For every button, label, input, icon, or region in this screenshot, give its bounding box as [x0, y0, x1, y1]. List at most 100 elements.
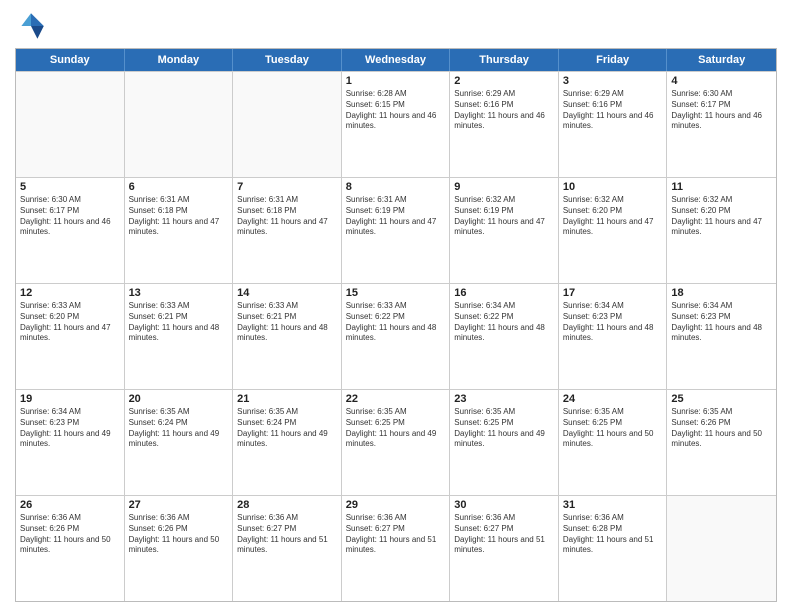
- day-number: 14: [237, 287, 337, 299]
- day-number: 21: [237, 393, 337, 405]
- cal-cell: 6 Sunrise: 6:31 AMSunset: 6:18 PMDaylight…: [125, 178, 234, 283]
- cal-header-sunday: Sunday: [16, 49, 125, 71]
- cal-header-wednesday: Wednesday: [342, 49, 451, 71]
- day-info: Sunrise: 6:33 AMSunset: 6:21 PMDaylight:…: [129, 301, 229, 344]
- cal-cell: 28 Sunrise: 6:36 AMSunset: 6:27 PMDayligh…: [233, 496, 342, 601]
- cal-cell: 23 Sunrise: 6:35 AMSunset: 6:25 PMDayligh…: [450, 390, 559, 495]
- day-info: Sunrise: 6:35 AMSunset: 6:24 PMDaylight:…: [129, 407, 229, 450]
- cal-header-tuesday: Tuesday: [233, 49, 342, 71]
- day-number: 10: [563, 181, 663, 193]
- day-info: Sunrise: 6:35 AMSunset: 6:25 PMDaylight:…: [563, 407, 663, 450]
- day-number: 23: [454, 393, 554, 405]
- day-number: 7: [237, 181, 337, 193]
- cal-cell: 21 Sunrise: 6:35 AMSunset: 6:24 PMDayligh…: [233, 390, 342, 495]
- day-info: Sunrise: 6:36 AMSunset: 6:27 PMDaylight:…: [346, 513, 446, 556]
- day-info: Sunrise: 6:30 AMSunset: 6:17 PMDaylight:…: [20, 195, 120, 238]
- day-info: Sunrise: 6:34 AMSunset: 6:23 PMDaylight:…: [563, 301, 663, 344]
- day-number: 13: [129, 287, 229, 299]
- day-number: 28: [237, 499, 337, 511]
- calendar-body: 1 Sunrise: 6:28 AMSunset: 6:15 PMDaylight…: [16, 71, 776, 601]
- cal-cell: 30Sunrise: 6:36 AMSunset: 6:27 PMDayligh…: [450, 496, 559, 601]
- cal-week-4: 19 Sunrise: 6:34 AMSunset: 6:23 PMDayligh…: [16, 389, 776, 495]
- logo-icon: [15, 10, 47, 42]
- day-number: 15: [346, 287, 446, 299]
- cal-cell: 2 Sunrise: 6:29 AMSunset: 6:16 PMDaylight…: [450, 72, 559, 177]
- day-info: Sunrise: 6:32 AMSunset: 6:20 PMDaylight:…: [671, 195, 772, 238]
- day-info: Sunrise: 6:35 AMSunset: 6:25 PMDaylight:…: [454, 407, 554, 450]
- day-number: 29: [346, 499, 446, 511]
- day-info: Sunrise: 6:35 AMSunset: 6:25 PMDaylight:…: [346, 407, 446, 450]
- cal-cell: 13 Sunrise: 6:33 AMSunset: 6:21 PMDayligh…: [125, 284, 234, 389]
- cal-cell: 8 Sunrise: 6:31 AMSunset: 6:19 PMDaylight…: [342, 178, 451, 283]
- day-info: Sunrise: 6:36 AMSunset: 6:26 PMDaylight:…: [20, 513, 120, 556]
- day-info: Sunrise: 6:34 AMSunset: 6:23 PMDaylight:…: [671, 301, 772, 344]
- cal-cell: 29 Sunrise: 6:36 AMSunset: 6:27 PMDayligh…: [342, 496, 451, 601]
- day-number: 16: [454, 287, 554, 299]
- day-number: 12: [20, 287, 120, 299]
- day-number: 27: [129, 499, 229, 511]
- cal-cell: 12 Sunrise: 6:33 AMSunset: 6:20 PMDayligh…: [16, 284, 125, 389]
- cal-cell: 1 Sunrise: 6:28 AMSunset: 6:15 PMDaylight…: [342, 72, 451, 177]
- cal-header-monday: Monday: [125, 49, 234, 71]
- day-number: 19: [20, 393, 120, 405]
- cal-cell: 31 Sunrise: 6:36 AMSunset: 6:28 PMDayligh…: [559, 496, 668, 601]
- day-info: Sunrise: 6:31 AMSunset: 6:18 PMDaylight:…: [129, 195, 229, 238]
- day-number: 26: [20, 499, 120, 511]
- day-info: Sunrise: 6:33 AMSunset: 6:21 PMDaylight:…: [237, 301, 337, 344]
- cal-cell: 10Sunrise: 6:32 AMSunset: 6:20 PMDayligh…: [559, 178, 668, 283]
- header: [15, 10, 777, 42]
- cal-cell: 19 Sunrise: 6:34 AMSunset: 6:23 PMDayligh…: [16, 390, 125, 495]
- cal-cell: 24 Sunrise: 6:35 AMSunset: 6:25 PMDayligh…: [559, 390, 668, 495]
- day-info: Sunrise: 6:34 AMSunset: 6:22 PMDaylight:…: [454, 301, 554, 344]
- cal-cell: 3 Sunrise: 6:29 AMSunset: 6:16 PMDaylight…: [559, 72, 668, 177]
- cal-cell: 18 Sunrise: 6:34 AMSunset: 6:23 PMDayligh…: [667, 284, 776, 389]
- day-number: 9: [454, 181, 554, 193]
- cal-cell: 26 Sunrise: 6:36 AMSunset: 6:26 PMDayligh…: [16, 496, 125, 601]
- day-number: 8: [346, 181, 446, 193]
- day-info: Sunrise: 6:29 AMSunset: 6:16 PMDaylight:…: [563, 89, 663, 132]
- day-number: 6: [129, 181, 229, 193]
- day-number: 20: [129, 393, 229, 405]
- cal-cell: 22Sunrise: 6:35 AMSunset: 6:25 PMDayligh…: [342, 390, 451, 495]
- cal-cell: 15Sunrise: 6:33 AMSunset: 6:22 PMDayligh…: [342, 284, 451, 389]
- cal-week-2: 5 Sunrise: 6:30 AMSunset: 6:17 PMDaylight…: [16, 177, 776, 283]
- cal-cell: [233, 72, 342, 177]
- day-info: Sunrise: 6:35 AMSunset: 6:24 PMDaylight:…: [237, 407, 337, 450]
- cal-cell: [667, 496, 776, 601]
- day-number: 2: [454, 75, 554, 87]
- day-number: 24: [563, 393, 663, 405]
- day-number: 31: [563, 499, 663, 511]
- day-number: 1: [346, 75, 446, 87]
- day-info: Sunrise: 6:34 AMSunset: 6:23 PMDaylight:…: [20, 407, 120, 450]
- day-info: Sunrise: 6:36 AMSunset: 6:28 PMDaylight:…: [563, 513, 663, 556]
- logo: [15, 10, 51, 42]
- day-info: Sunrise: 6:31 AMSunset: 6:19 PMDaylight:…: [346, 195, 446, 238]
- day-info: Sunrise: 6:28 AMSunset: 6:15 PMDaylight:…: [346, 89, 446, 132]
- cal-cell: 20 Sunrise: 6:35 AMSunset: 6:24 PMDayligh…: [125, 390, 234, 495]
- day-info: Sunrise: 6:29 AMSunset: 6:16 PMDaylight:…: [454, 89, 554, 132]
- day-info: Sunrise: 6:32 AMSunset: 6:19 PMDaylight:…: [454, 195, 554, 238]
- cal-week-1: 1 Sunrise: 6:28 AMSunset: 6:15 PMDaylight…: [16, 71, 776, 177]
- day-number: 5: [20, 181, 120, 193]
- day-number: 3: [563, 75, 663, 87]
- cal-header-thursday: Thursday: [450, 49, 559, 71]
- day-info: Sunrise: 6:30 AMSunset: 6:17 PMDaylight:…: [671, 89, 772, 132]
- cal-cell: 4 Sunrise: 6:30 AMSunset: 6:17 PMDaylight…: [667, 72, 776, 177]
- day-info: Sunrise: 6:31 AMSunset: 6:18 PMDaylight:…: [237, 195, 337, 238]
- cal-cell: 25 Sunrise: 6:35 AMSunset: 6:26 PMDayligh…: [667, 390, 776, 495]
- day-info: Sunrise: 6:36 AMSunset: 6:27 PMDaylight:…: [454, 513, 554, 556]
- cal-cell: 7 Sunrise: 6:31 AMSunset: 6:18 PMDaylight…: [233, 178, 342, 283]
- day-info: Sunrise: 6:36 AMSunset: 6:27 PMDaylight:…: [237, 513, 337, 556]
- page: SundayMondayTuesdayWednesdayThursdayFrid…: [0, 0, 792, 612]
- day-number: 18: [671, 287, 772, 299]
- day-info: Sunrise: 6:36 AMSunset: 6:26 PMDaylight:…: [129, 513, 229, 556]
- cal-week-5: 26 Sunrise: 6:36 AMSunset: 6:26 PMDayligh…: [16, 495, 776, 601]
- day-info: Sunrise: 6:35 AMSunset: 6:26 PMDaylight:…: [671, 407, 772, 450]
- day-info: Sunrise: 6:33 AMSunset: 6:20 PMDaylight:…: [20, 301, 120, 344]
- day-number: 4: [671, 75, 772, 87]
- calendar-header-row: SundayMondayTuesdayWednesdayThursdayFrid…: [16, 49, 776, 71]
- day-number: 17: [563, 287, 663, 299]
- cal-cell: 5 Sunrise: 6:30 AMSunset: 6:17 PMDaylight…: [16, 178, 125, 283]
- day-number: 25: [671, 393, 772, 405]
- cal-cell: 14 Sunrise: 6:33 AMSunset: 6:21 PMDayligh…: [233, 284, 342, 389]
